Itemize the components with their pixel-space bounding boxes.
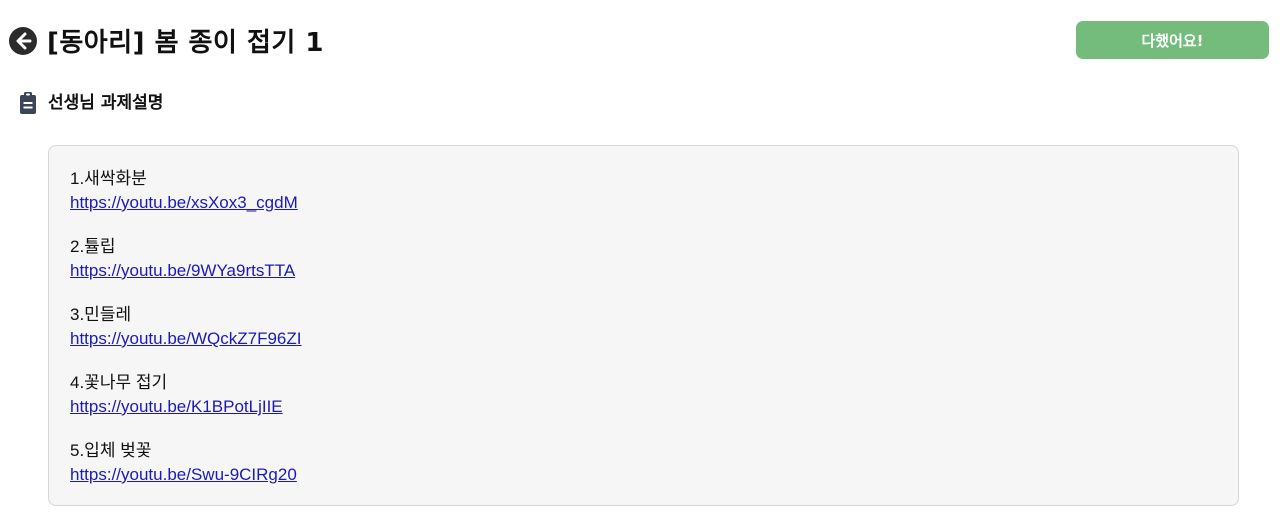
done-button[interactable]: 다했어요! <box>1076 21 1269 59</box>
list-item: 1.새싹화분 https://youtu.be/xsXox3_cgdM <box>70 167 1217 215</box>
item-label: 2.튤립 <box>70 237 116 256</box>
item-label: 1.새싹화분 <box>70 169 147 188</box>
section-header: 선생님 과제설명 <box>20 90 163 116</box>
item-label: 5.입체 벚꽃 <box>70 441 152 460</box>
assignment-description-box: 1.새싹화분 https://youtu.be/xsXox3_cgdM 2.튤립… <box>48 145 1239 506</box>
video-link[interactable]: https://youtu.be/WQckZ7F96ZI <box>70 327 1217 351</box>
clipboard-icon <box>20 92 36 114</box>
list-item: 4.꽃나무 접기 https://youtu.be/K1BPotLjIIE <box>70 371 1217 419</box>
item-label: 3.민들레 <box>70 305 132 324</box>
list-item: 3.민들레 https://youtu.be/WQckZ7F96ZI <box>70 303 1217 351</box>
page-title: [동아리] 봄 종이 접기 1 <box>47 28 324 58</box>
video-link[interactable]: https://youtu.be/xsXox3_cgdM <box>70 191 1217 215</box>
video-link[interactable]: https://youtu.be/K1BPotLjIIE <box>70 395 1217 419</box>
video-link[interactable]: https://youtu.be/Swu-9CIRg20 <box>70 463 1217 487</box>
list-item: 2.튤립 https://youtu.be/9WYa9rtsTTA <box>70 235 1217 283</box>
video-link[interactable]: https://youtu.be/9WYa9rtsTTA <box>70 259 1217 283</box>
back-arrow-icon[interactable] <box>9 27 37 55</box>
assignment-page: [동아리] 봄 종이 접기 1 다했어요! 선생님 과제설명 1.새싹화분 ht… <box>0 0 1280 523</box>
item-label: 4.꽃나무 접기 <box>70 373 168 392</box>
list-item: 5.입체 벚꽃 https://youtu.be/Swu-9CIRg20 <box>70 439 1217 487</box>
section-title: 선생님 과제설명 <box>48 93 164 113</box>
